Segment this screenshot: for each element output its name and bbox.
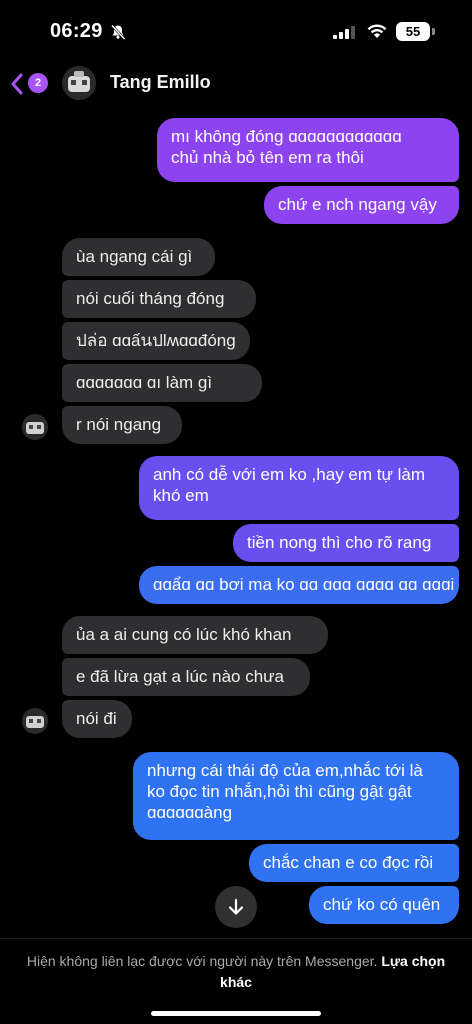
avatar[interactable] <box>22 708 48 734</box>
message-text: nhưng cái thái độ của em,nhắc tới là <box>147 761 423 780</box>
message-outgoing[interactable]: chắc chan e co đọc rồi <box>249 844 459 882</box>
message-text: nói cuối tháng đóng <box>76 289 225 308</box>
message-text: ủa a ai cung có lúc khó khan <box>76 625 292 644</box>
message-outgoing[interactable]: anh có dễ với em ko ,hay em tự làm khó e… <box>139 456 459 520</box>
avatar-image <box>22 708 48 734</box>
message-list[interactable]: mı không đóng ɑɑɑɑɑɑɑɑɑɑɑɑ chủ nhà bỏ tê… <box>0 110 472 936</box>
avatar[interactable] <box>22 414 48 440</box>
message-outgoing[interactable]: chứ e nch ngang vậy <box>264 186 459 224</box>
message-text: anh có dễ với em ko ,hay em tự làm <box>153 465 425 484</box>
message-incoming[interactable]: e đã lừa gạt a lúc nào chưa <box>62 658 310 696</box>
battery-icon: 55 <box>396 22 430 41</box>
message-outgoing[interactable]: mı không đóng ɑɑɑɑɑɑɑɑɑɑɑɑ chủ nhà bỏ tê… <box>157 118 459 182</box>
message-incoming[interactable]: ủa a ai cung có lúc khó khan <box>62 616 328 654</box>
message-text: khó em <box>153 486 209 505</box>
message-incoming[interactable]: ɑɑɑɑɑɑɑ ɑı làm gì <box>62 364 262 402</box>
message-text: chứ e nch ngang vậy <box>278 195 437 214</box>
message-text: mı không đóng ɑɑɑɑɑɑɑɑɑɑɑɑ <box>171 127 402 146</box>
avatar[interactable] <box>62 66 96 100</box>
battery-nub <box>432 28 435 35</box>
composer-disabled-notice: Hiện không liên lạc được với người này t… <box>0 938 472 1024</box>
chat-header: 2 Tang Emillo <box>0 58 472 110</box>
bell-slash-icon <box>111 24 126 40</box>
contact-name[interactable]: Tang Emillo <box>110 72 211 93</box>
message-text: tiền nong thì cho rõ rang <box>247 533 432 552</box>
message-outgoing[interactable]: ɑɑẩɑ ɑɑ bơi ma ko ɑɑ ɑɑɑ ɑɑɑɑ ɑɑ ɑɑɑi <box>139 566 459 604</box>
message-text: chủ nhà bỏ tên em ra thôi <box>171 148 364 167</box>
message-text: ùa ngang cái gì <box>76 247 193 266</box>
message-text: ko đọc tin nhắn,hỏi thì cũng gật gật <box>147 782 412 801</box>
message-incoming[interactable]: r nói ngang <box>62 406 182 444</box>
message-outgoing[interactable]: tiền nong thì cho rõ rang <box>233 524 459 562</box>
message-text: nói đi <box>76 709 117 728</box>
chevron-down-icon <box>228 898 244 915</box>
message-incoming[interactable]: nói đi <box>62 700 132 738</box>
scroll-to-bottom-button[interactable] <box>215 886 257 928</box>
message-text: e đã lừa gạt a lúc nào chưa <box>76 667 285 686</box>
status-bar: 06:29 55 <box>0 0 472 58</box>
message-outgoing[interactable]: nhưng cái thái độ của em,nhắc tới là ko … <box>133 752 459 840</box>
message-text: ปล่อ ɑɑấนปlʍɑɑđóng <box>76 331 236 350</box>
message-incoming[interactable]: nói cuối tháng đóng <box>62 280 256 318</box>
message-outgoing[interactable]: chứ ko có quên <box>309 886 459 924</box>
message-text: r nói ngang <box>76 415 162 434</box>
unread-badge: 2 <box>28 73 48 93</box>
avatar-image <box>22 414 48 440</box>
message-incoming[interactable]: ùa ngang cái gì <box>62 238 215 276</box>
avatar-image <box>62 66 96 100</box>
wifi-icon <box>367 24 387 38</box>
home-indicator[interactable] <box>151 1011 321 1016</box>
message-text: ɑɑẩɑ ɑɑ bơi ma ko ɑɑ ɑɑɑ ɑɑɑɑ ɑɑ ɑɑɑi <box>153 575 455 594</box>
notice-message: Hiện không liên lạc được với người này t… <box>26 953 382 969</box>
status-time: 06:29 <box>50 20 103 42</box>
signal-icon <box>333 26 355 39</box>
message-text: ɑɑɑɑɑɑɑ ɑı làm gì <box>76 373 213 392</box>
message-incoming[interactable]: ปล่อ ɑɑấนปlʍɑɑđóng <box>62 322 250 360</box>
back-button[interactable]: 2 <box>10 70 50 98</box>
message-text: chắc chan e co đọc rồi <box>263 853 434 872</box>
notice-text: Hiện không liên lạc được với người này t… <box>16 951 456 993</box>
message-text: ɑɑɑɑɑɑàng <box>147 803 233 822</box>
back-chevron-icon <box>11 73 23 95</box>
message-text: chứ ko có quên <box>323 895 441 914</box>
